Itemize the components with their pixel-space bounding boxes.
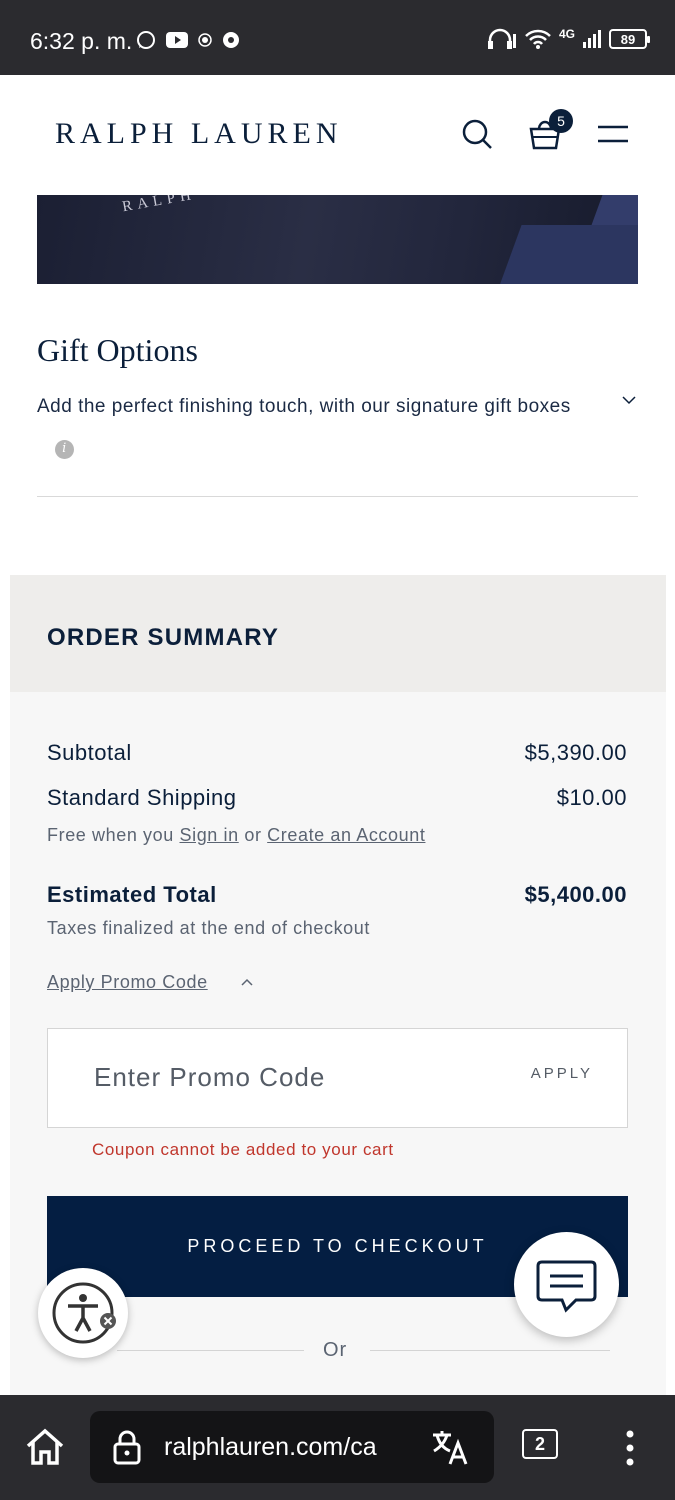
subtotal-label: Subtotal (47, 740, 132, 765)
tab-switcher-button[interactable]: 2 (522, 1429, 558, 1459)
tax-note: Taxes finalized at the end of checkout (47, 918, 370, 938)
wifi-icon (525, 29, 551, 49)
chevron-up-icon[interactable] (240, 977, 254, 987)
brand-logo[interactable]: RALPH LAUREN (55, 117, 343, 151)
signal-icon (583, 30, 601, 48)
divider (117, 1350, 304, 1351)
chat-button[interactable] (514, 1232, 619, 1337)
more-icon[interactable] (625, 1430, 635, 1466)
promo-code-input[interactable] (92, 1057, 472, 1097)
battery-level: 89 (620, 31, 636, 47)
system-icons: 4G 89 (487, 27, 650, 50)
soccer-ball-icon (223, 32, 239, 48)
whatsapp-icon (137, 31, 155, 49)
gift-box-image: RALPH (37, 195, 638, 284)
divider (370, 1350, 610, 1351)
address-bar[interactable]: ralphlauren.com/ca (90, 1411, 494, 1483)
site-header: RALPH LAUREN 5 (0, 75, 675, 195)
translate-icon[interactable] (430, 1427, 470, 1467)
lock-icon[interactable] (112, 1429, 142, 1465)
estimated-total-value: $5,400.00 (524, 882, 627, 907)
divider (37, 496, 638, 497)
promo-error-message: Coupon cannot be added to your cart (92, 1140, 394, 1159)
network-type: 4G (558, 27, 575, 41)
url-text: ralphlauren.com/ca (164, 1433, 377, 1461)
or-separator: Or (323, 1339, 348, 1361)
accessibility-button[interactable] (38, 1268, 128, 1358)
accessibility-icon (52, 1282, 116, 1344)
notification-icons (136, 30, 240, 50)
shipping-label: Standard Shipping (47, 785, 237, 810)
estimated-total-label: Estimated Total (47, 882, 217, 907)
browser-toolbar: ralphlauren.com/ca 2 (0, 1395, 675, 1500)
gift-options-description[interactable]: Add the perfect finishing touch, with ou… (37, 388, 587, 464)
promo-code-box: APPLY (47, 1028, 628, 1128)
chevron-down-icon[interactable] (620, 394, 638, 406)
shipping-note: Free when you Sign in or Create an Accou… (47, 825, 425, 846)
gift-box-shape (492, 225, 638, 284)
sign-in-link[interactable]: Sign in (179, 825, 238, 845)
info-icon[interactable]: i (55, 439, 74, 459)
headphones-icon (487, 28, 516, 49)
shipping-note-prefix: Free when you (47, 825, 174, 845)
status-bar: 6:32 p. m. 4G 89 (0, 0, 675, 75)
subtotal-value: $5,390.00 (524, 740, 627, 765)
gift-options-title: Gift Options (37, 332, 198, 368)
search-icon[interactable] (460, 117, 494, 151)
gift-box-caption: RALPH (121, 195, 197, 216)
apply-button[interactable]: APPLY (531, 1065, 593, 1082)
shipping-value: $10.00 (556, 785, 627, 810)
home-icon[interactable] (24, 1426, 66, 1468)
menu-icon[interactable] (596, 123, 630, 145)
recording-icon (198, 33, 212, 47)
youtube-icon (166, 32, 188, 48)
create-account-link[interactable]: Create an Account (267, 825, 425, 845)
apply-promo-code-link[interactable]: Apply Promo Code (47, 972, 208, 993)
status-time: 6:32 p. m. (30, 28, 133, 54)
chat-icon (536, 1260, 597, 1313)
gift-box-shape (591, 195, 638, 225)
shipping-note-or: or (244, 825, 262, 845)
gift-options-text: Add the perfect finishing touch, with ou… (37, 396, 571, 417)
cart-count-badge: 5 (549, 109, 573, 133)
order-summary-title: ORDER SUMMARY (47, 624, 280, 651)
battery-indicator: 89 (609, 29, 650, 49)
order-summary-header: ORDER SUMMARY (10, 575, 666, 692)
